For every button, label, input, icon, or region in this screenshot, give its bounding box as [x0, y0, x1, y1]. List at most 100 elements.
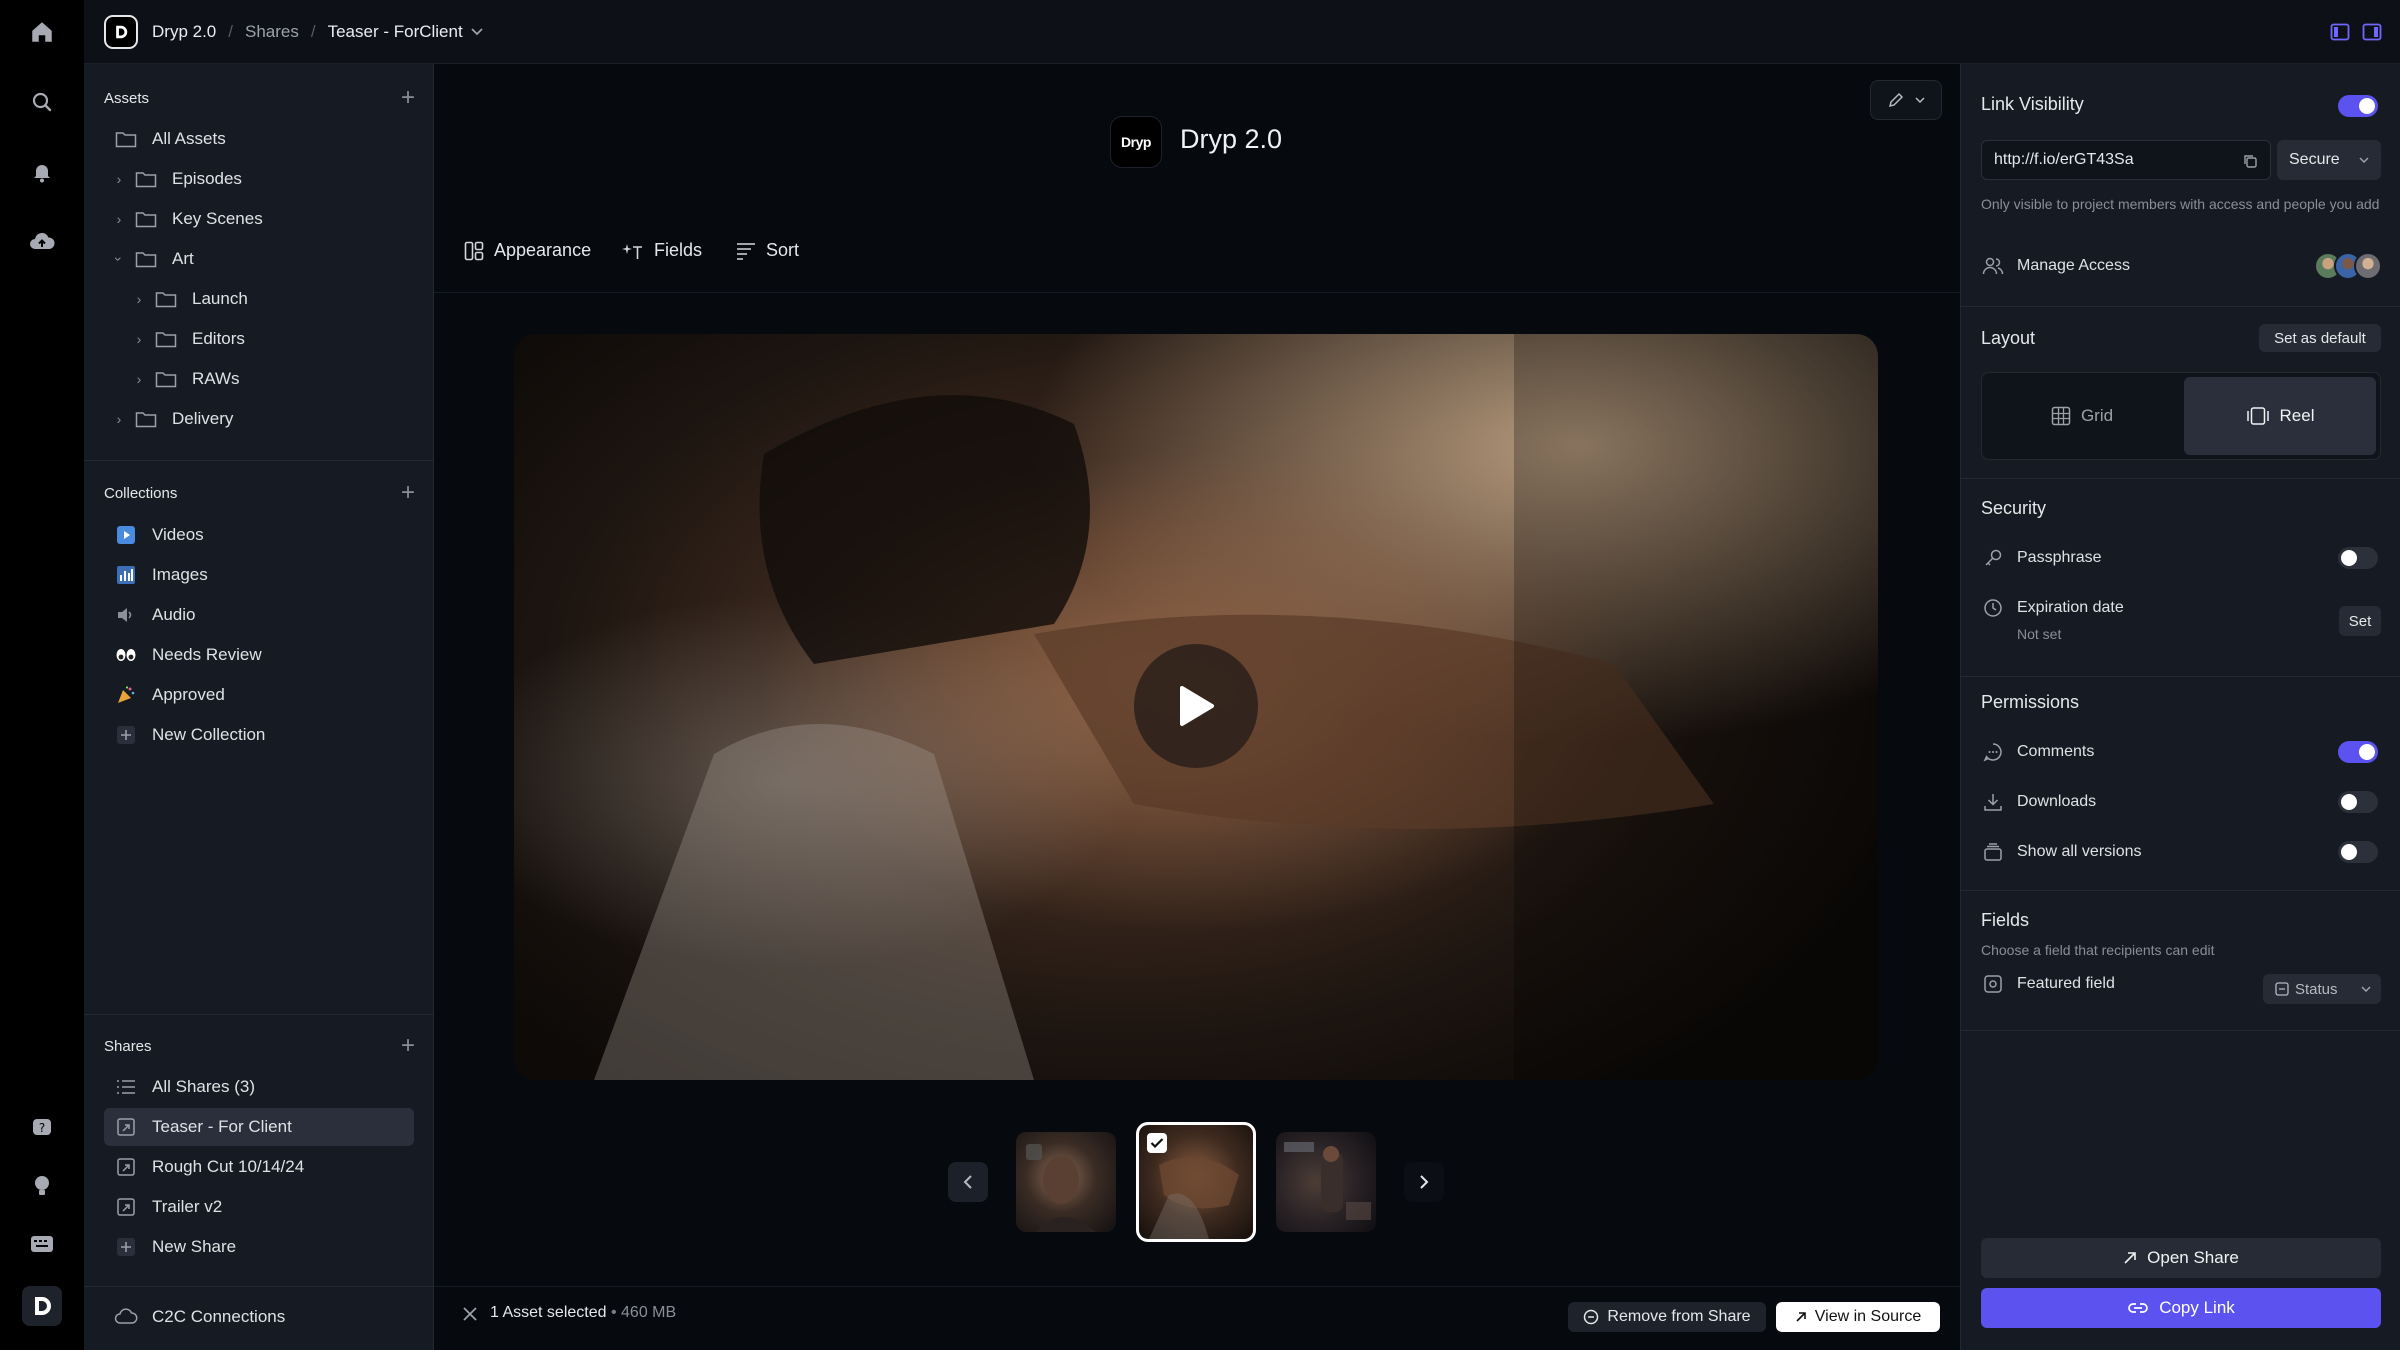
- app-logo-icon[interactable]: [22, 1286, 62, 1326]
- panel-right-toggle-icon[interactable]: [2362, 22, 2382, 42]
- sort-button[interactable]: Sort: [736, 240, 799, 261]
- c2c-connections[interactable]: C2C Connections: [114, 1300, 414, 1334]
- copy-link-button[interactable]: Copy Link: [1981, 1288, 2381, 1328]
- sparkle-text-icon: [622, 243, 642, 259]
- speaker-icon: [114, 605, 138, 625]
- share-all[interactable]: All Shares (3): [114, 1070, 414, 1104]
- tree-item-art[interactable]: › Art: [110, 242, 410, 276]
- add-asset-button[interactable]: +: [401, 86, 415, 110]
- chevron-right-icon[interactable]: ›: [130, 291, 148, 307]
- add-collection-button[interactable]: +: [401, 481, 415, 505]
- new-share-button[interactable]: New Share: [114, 1230, 414, 1264]
- copy-icon[interactable]: [2242, 153, 2258, 169]
- downloads-toggle[interactable]: [2338, 791, 2378, 813]
- share-url-text: http://f.io/erGT43Sa: [1994, 151, 2134, 168]
- chevron-down-icon[interactable]: ›: [111, 250, 127, 268]
- chevron-right-icon[interactable]: ›: [110, 171, 128, 187]
- set-as-default-label: Set as default: [2274, 329, 2366, 347]
- comment-icon: [1981, 740, 2005, 764]
- security-select[interactable]: Secure: [2277, 140, 2381, 180]
- remove-from-share-button[interactable]: Remove from Share: [1568, 1302, 1766, 1332]
- breadcrumb-current[interactable]: Teaser - ForClient: [328, 22, 463, 42]
- downloads-row: Downloads: [1981, 790, 2380, 814]
- thumbnail[interactable]: [1016, 1132, 1116, 1232]
- share-teaser-for-client[interactable]: Teaser - For Client: [104, 1108, 414, 1146]
- folder-icon: [134, 209, 158, 229]
- panel-left-toggle-icon[interactable]: [2330, 22, 2350, 42]
- view-in-source-button[interactable]: View in Source: [1776, 1302, 1940, 1332]
- layout-grid-option[interactable]: Grid: [1986, 377, 2178, 455]
- left-rail: ?: [0, 0, 84, 1350]
- brand-logo-text: Dryp: [1121, 134, 1151, 150]
- chevron-down-icon[interactable]: [471, 27, 483, 36]
- play-button[interactable]: [1134, 644, 1258, 768]
- collection-label: Needs Review: [152, 645, 262, 664]
- lightbulb-icon[interactable]: [22, 1166, 62, 1206]
- chevron-right-icon[interactable]: ›: [110, 411, 128, 427]
- open-share-button[interactable]: Open Share: [1981, 1238, 2381, 1278]
- link-visibility-title: Link Visibility: [1981, 94, 2084, 114]
- comments-toggle[interactable]: [2338, 741, 2378, 763]
- tree-item-editors[interactable]: › Editors: [130, 322, 410, 356]
- key-icon: [1981, 546, 2005, 570]
- breadcrumb-app[interactable]: Dryp 2.0: [152, 22, 216, 42]
- collection-audio[interactable]: Audio: [114, 598, 414, 632]
- chevron-right-icon[interactable]: ›: [130, 331, 148, 347]
- help-icon[interactable]: ?: [22, 1108, 62, 1148]
- breadcrumb-shares[interactable]: Shares: [245, 22, 299, 42]
- link-visibility-toggle[interactable]: [2338, 95, 2378, 117]
- upload-cloud-icon[interactable]: [22, 222, 62, 262]
- divider: [1961, 306, 2400, 307]
- tree-item-raws[interactable]: › RAWs: [130, 362, 410, 396]
- share-rough-cut[interactable]: Rough Cut 10/14/24: [114, 1150, 414, 1184]
- collection-images[interactable]: Images: [114, 558, 414, 592]
- keyboard-icon[interactable]: [22, 1224, 62, 1264]
- tree-item-launch[interactable]: › Launch: [130, 282, 410, 316]
- shares-title: Shares: [104, 1037, 152, 1055]
- expiration-value: Not set: [2017, 626, 2062, 642]
- appearance-button[interactable]: Appearance: [464, 240, 591, 261]
- tree-item-episodes[interactable]: › Episodes: [110, 162, 410, 196]
- tree-item-label: All Assets: [152, 129, 226, 148]
- status-select[interactable]: Status: [2263, 974, 2381, 1004]
- app-logo[interactable]: [104, 14, 138, 49]
- thumbnail[interactable]: [1276, 1132, 1376, 1232]
- passphrase-toggle[interactable]: [2338, 547, 2378, 569]
- folder-icon: [134, 249, 158, 269]
- users-icon: [1981, 254, 2005, 278]
- tree-item-all-assets[interactable]: All Assets: [114, 122, 414, 156]
- layout-reel-option[interactable]: Reel: [2184, 377, 2376, 455]
- clear-selection-button[interactable]: [462, 1306, 478, 1322]
- home-icon[interactable]: [22, 12, 62, 52]
- chevron-right-icon[interactable]: ›: [110, 211, 128, 227]
- fields-button[interactable]: Fields: [622, 240, 702, 261]
- c2c-label: C2C Connections: [152, 1307, 286, 1326]
- set-expiration-button[interactable]: Set: [2339, 606, 2381, 636]
- breadcrumb-separator: /: [310, 21, 316, 41]
- collection-videos[interactable]: Videos: [114, 518, 414, 552]
- bell-icon[interactable]: [22, 152, 62, 192]
- share-url-field[interactable]: http://f.io/erGT43Sa: [1981, 140, 2271, 180]
- new-collection-button[interactable]: New Collection: [114, 718, 414, 752]
- show-versions-toggle[interactable]: [2338, 841, 2378, 863]
- collection-approved[interactable]: Approved: [114, 678, 414, 712]
- search-icon[interactable]: [22, 82, 62, 122]
- edit-pencil-button[interactable]: [1870, 80, 1942, 120]
- tree-item-key-scenes[interactable]: › Key Scenes: [110, 202, 410, 236]
- chevron-right-icon[interactable]: ›: [130, 371, 148, 387]
- minus-circle-icon: [1584, 1309, 1599, 1325]
- set-as-default-button[interactable]: Set as default: [2259, 324, 2381, 352]
- tree-item-delivery[interactable]: › Delivery: [110, 402, 410, 436]
- share-label: Teaser - For Client: [152, 1117, 292, 1136]
- checkbox-checked[interactable]: [1147, 1133, 1167, 1153]
- collection-needs-review[interactable]: Needs Review: [114, 638, 414, 672]
- prev-thumbnail-button[interactable]: [948, 1162, 988, 1202]
- avatar-stack[interactable]: [2314, 252, 2382, 280]
- video-preview[interactable]: [514, 334, 1878, 1080]
- permissions-title: Permissions: [1981, 692, 2080, 712]
- thumbnail-selected[interactable]: [1136, 1122, 1256, 1242]
- share-trailer-v2[interactable]: Trailer v2: [114, 1190, 414, 1224]
- add-share-button[interactable]: +: [401, 1034, 415, 1058]
- manage-access-row[interactable]: Manage Access: [1981, 252, 2382, 280]
- next-thumbnail-button[interactable]: [1404, 1162, 1444, 1202]
